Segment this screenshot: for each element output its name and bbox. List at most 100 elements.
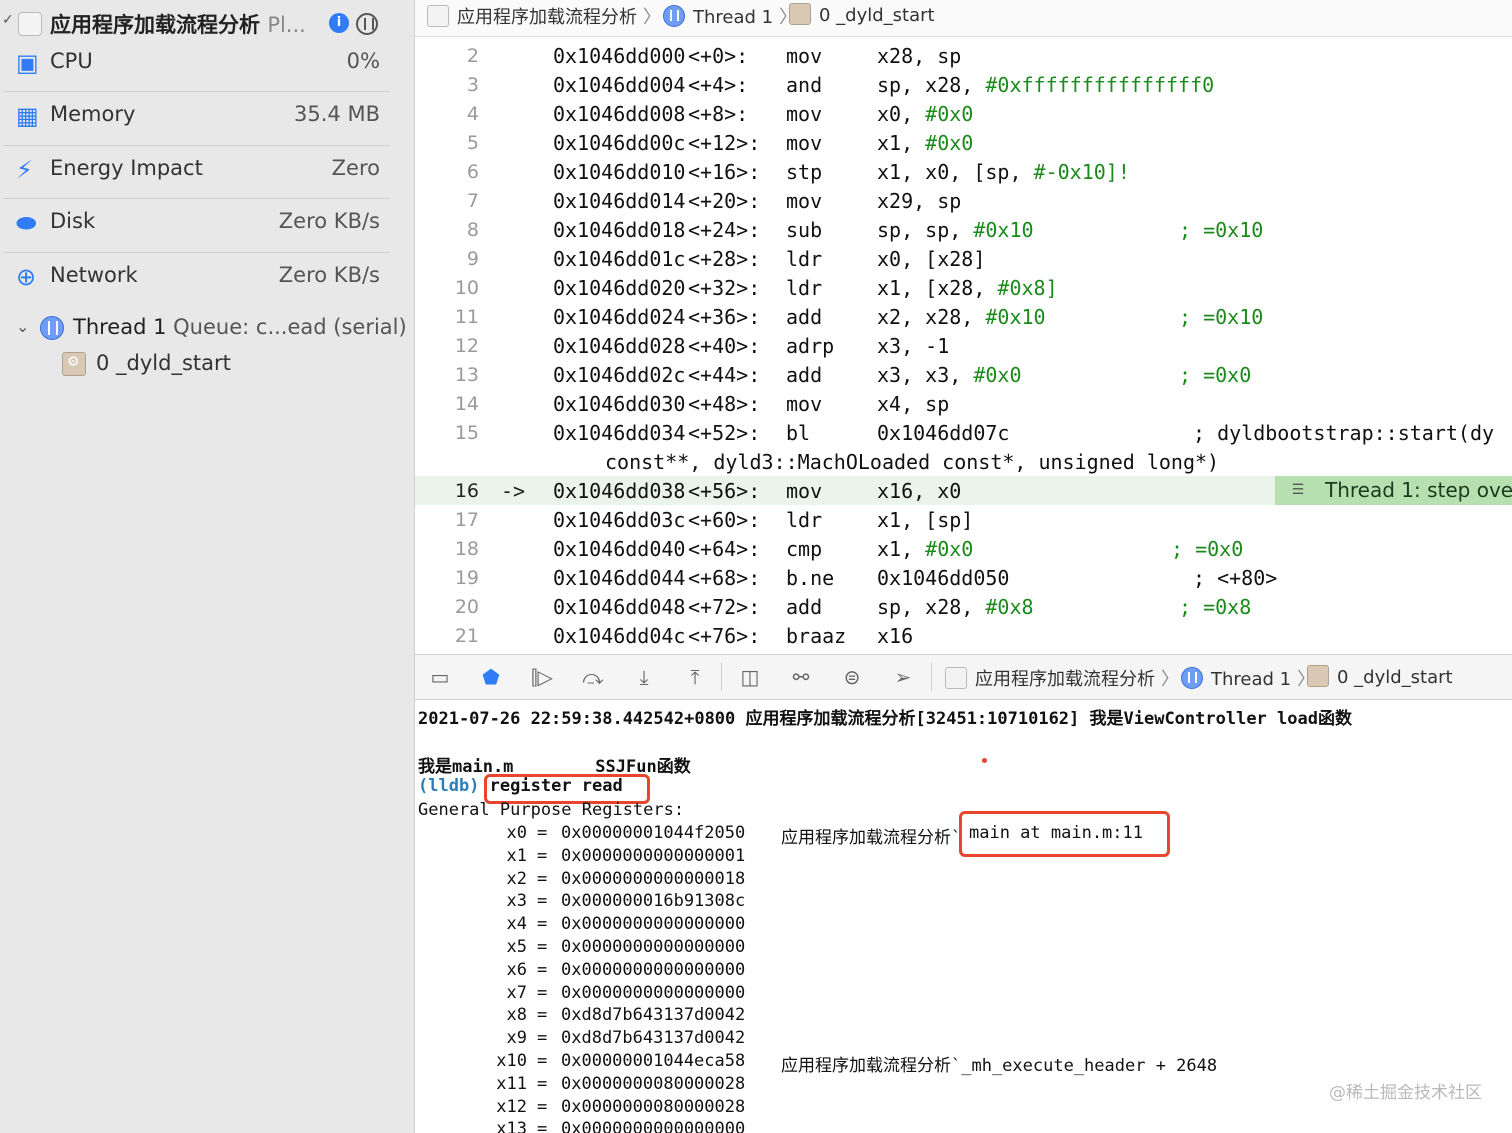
chevron-down-icon[interactable]: ⌄ bbox=[16, 317, 29, 336]
step-into-icon[interactable]: ⤓ bbox=[631, 665, 657, 689]
line-number[interactable]: 7 bbox=[415, 190, 479, 212]
register-equals: = bbox=[537, 1005, 548, 1026]
code-line[interactable]: 20 0x1046dd048 <+72>: add sp, x28, #0x8 ; =0x… bbox=[415, 592, 1512, 621]
line-number[interactable]: 11 bbox=[415, 306, 479, 328]
code-line[interactable]: 5 0x1046dd00c <+12>: mov x1, #0x0 bbox=[415, 128, 1512, 157]
register-equals: = bbox=[537, 1051, 548, 1071]
instruction-address: 0x1046dd048 bbox=[553, 595, 686, 619]
code-line[interactable]: 17 0x1046dd03c <+60>: ldr x1, [sp] bbox=[415, 505, 1512, 534]
watermark: @稀土掘金技术社区 bbox=[1329, 1083, 1482, 1103]
line-number[interactable]: 15 bbox=[415, 422, 479, 444]
frame-icon bbox=[789, 3, 811, 25]
debug-breadcrumb-app[interactable]: 应用程序加载流程分析〉 bbox=[945, 665, 1179, 691]
code-line[interactable]: 10 0x1046dd020 <+32>: ldr x1, [x28, #0x8] bbox=[415, 273, 1512, 302]
view-hierarchy-icon[interactable]: ◫ bbox=[737, 665, 763, 689]
breadcrumb-frame[interactable]: 0 _dyld_start bbox=[789, 3, 935, 26]
instruction-mnemonic: mov bbox=[786, 189, 823, 213]
stack-frame-row[interactable]: 0 _dyld_start bbox=[0, 346, 414, 382]
frame-icon bbox=[62, 352, 86, 376]
line-number[interactable]: 19 bbox=[415, 567, 479, 589]
register-name: x11 bbox=[496, 1073, 527, 1094]
code-line[interactable]: 4 0x1046dd008 <+8>: mov x0, #0x0 bbox=[415, 99, 1512, 128]
continue-icon[interactable]: ⫿▷ bbox=[529, 665, 555, 689]
gauge-disk[interactable]: ⬬ Disk Zero KB/s bbox=[0, 198, 414, 251]
operand-text: x16, x0 bbox=[877, 479, 962, 503]
line-number[interactable]: 14 bbox=[415, 393, 479, 415]
code-line[interactable]: 7 0x1046dd014 <+20>: mov x29, sp bbox=[415, 186, 1512, 215]
gauge-memory[interactable]: ▦ Memory 35.4 MB bbox=[0, 91, 414, 144]
code-line[interactable]: 6 0x1046dd010 <+16>: stp x1, x0, [sp, #-0x10… bbox=[415, 157, 1512, 186]
threads-icon[interactable] bbox=[356, 13, 378, 35]
code-line[interactable]: 11 0x1046dd024 <+36>: add x2, x28, #0x10 ; =0… bbox=[415, 302, 1512, 331]
hide-console-icon[interactable]: ▭ bbox=[427, 665, 453, 689]
gauge-cpu[interactable]: ▣ CPU 0% bbox=[0, 38, 414, 91]
disassembly-view[interactable]: 2 0x1046dd000 <+0>: mov x28, sp 3 0x1046dd004 <… bbox=[415, 37, 1512, 653]
line-number[interactable]: 17 bbox=[415, 509, 479, 531]
code-line[interactable]: 12 0x1046dd028 <+40>: adrp x3, -1 bbox=[415, 331, 1512, 360]
instruction-mnemonic: stp bbox=[786, 160, 823, 184]
simulate-location-icon[interactable]: ➢ bbox=[890, 665, 916, 689]
divider bbox=[721, 663, 722, 691]
breakpoints-toggle-icon[interactable]: ⬟ bbox=[478, 665, 504, 689]
code-continuation[interactable]: const**, dyld3::MachOLoaded const*, unsi… bbox=[415, 447, 1512, 476]
code-line[interactable]: 9 0x1046dd01c <+28>: ldr x0, [x28] bbox=[415, 244, 1512, 273]
code-line[interactable]: 2 0x1046dd000 <+0>: mov x28, sp bbox=[415, 41, 1512, 70]
code-line[interactable]: 15 0x1046dd034 <+52>: bl 0x1046dd07c ; dyldbo… bbox=[415, 418, 1512, 447]
code-line[interactable]: 3 0x1046dd004 <+4>: and sp, x28, #0xffffffff… bbox=[415, 70, 1512, 99]
step-over-icon[interactable]: ⤼ bbox=[580, 665, 606, 689]
code-line[interactable]: 18 0x1046dd040 <+64>: cmp x1, #0x0 ; =0x0 bbox=[415, 534, 1512, 563]
line-number[interactable]: 8 bbox=[415, 219, 479, 241]
debug-breadcrumb-frame[interactable]: 0 _dyld_start bbox=[1307, 665, 1453, 688]
line-number[interactable]: 18 bbox=[415, 538, 479, 560]
gauge-energy-impact[interactable]: ⚡ Energy Impact Zero bbox=[0, 145, 414, 198]
operand-text: x1, [x28, bbox=[877, 276, 998, 300]
line-number[interactable]: 5 bbox=[415, 132, 479, 154]
debug-breadcrumb-thread[interactable]: Thread 1〉 bbox=[1181, 665, 1315, 691]
thread-row[interactable]: ⌄ Thread 1 Queue: c...ead (serial) bbox=[0, 310, 414, 346]
line-number[interactable]: 16 bbox=[415, 480, 479, 502]
instruction-mnemonic: bl bbox=[786, 421, 811, 445]
gauge-value: Zero KB/s bbox=[278, 263, 380, 287]
memory-graph-icon[interactable]: ⚯ bbox=[788, 665, 814, 689]
line-number[interactable]: 2 bbox=[415, 45, 479, 67]
menu-icon[interactable]: ☰ bbox=[1287, 481, 1309, 499]
line-number[interactable]: 4 bbox=[415, 103, 479, 125]
operand-text: 0x1046dd050 bbox=[877, 566, 1010, 590]
line-number[interactable]: 10 bbox=[415, 277, 479, 299]
line-number[interactable]: 12 bbox=[415, 335, 479, 357]
register-name: x13 bbox=[496, 1119, 527, 1133]
instruction-mnemonic: mov bbox=[786, 392, 823, 416]
debug-console[interactable]: 2021-07-26 22:59:38.442542+0800 应用程序加载流程… bbox=[415, 699, 1512, 1133]
code-line[interactable]: 16 -> 0x1046dd038 <+56>: mov x16, x0 ☰ Thread 1… bbox=[415, 476, 1512, 505]
code-line[interactable]: 21 0x1046dd04c <+76>: braaz x16 bbox=[415, 621, 1512, 650]
line-number[interactable]: 13 bbox=[415, 364, 479, 386]
code-line[interactable]: 13 0x1046dd02c <+44>: add x3, x3, #0x0 ; =0x0 bbox=[415, 360, 1512, 389]
line-number[interactable]: 20 bbox=[415, 596, 479, 618]
breadcrumb-app[interactable]: 应用程序加载流程分析〉 bbox=[427, 3, 661, 29]
line-number[interactable]: 21 bbox=[415, 625, 479, 647]
register-value: 0x000000016b91308c bbox=[561, 891, 746, 912]
line-number[interactable]: 3 bbox=[415, 74, 479, 96]
instruction-operands: x1, x0, [sp, #-0x10]! bbox=[877, 160, 1130, 184]
operand-text: sp, sp, bbox=[877, 218, 974, 242]
line-number[interactable]: 6 bbox=[415, 161, 479, 183]
step-badge[interactable]: ☰ Thread 1: step over bbox=[1275, 476, 1512, 505]
code-line[interactable]: 19 0x1046dd044 <+68>: b.ne 0x1046dd050 ; <+80… bbox=[415, 563, 1512, 592]
register-name: x8 bbox=[506, 1005, 527, 1026]
gauge-value: 35.4 MB bbox=[294, 102, 380, 126]
immediate-value: #0x8] bbox=[997, 276, 1058, 300]
step-out-icon[interactable]: ⤒ bbox=[682, 665, 708, 689]
instruction-mnemonic: add bbox=[786, 363, 823, 387]
chevron-down-icon[interactable]: ✓ bbox=[2, 12, 14, 28]
breadcrumb-label: 应用程序加载流程分析 bbox=[975, 669, 1155, 690]
code-line[interactable]: 14 0x1046dd030 <+48>: mov x4, sp bbox=[415, 389, 1512, 418]
thread-icon bbox=[663, 5, 685, 27]
gauge-network[interactable]: ⊕ Network Zero KB/s bbox=[0, 252, 414, 305]
info-icon[interactable]: i bbox=[329, 13, 349, 33]
line-number[interactable]: 9 bbox=[415, 248, 479, 270]
code-line[interactable]: 8 0x1046dd018 <+24>: sub sp, sp, #0x10 ; =0x1… bbox=[415, 215, 1512, 244]
register-value: 0xd8d7b643137d0042 bbox=[561, 1005, 746, 1026]
register-equals: = bbox=[537, 891, 548, 912]
breadcrumb-thread[interactable]: Thread 1〉 bbox=[663, 3, 797, 29]
environment-overrides-icon[interactable]: ⊜ bbox=[839, 665, 865, 689]
